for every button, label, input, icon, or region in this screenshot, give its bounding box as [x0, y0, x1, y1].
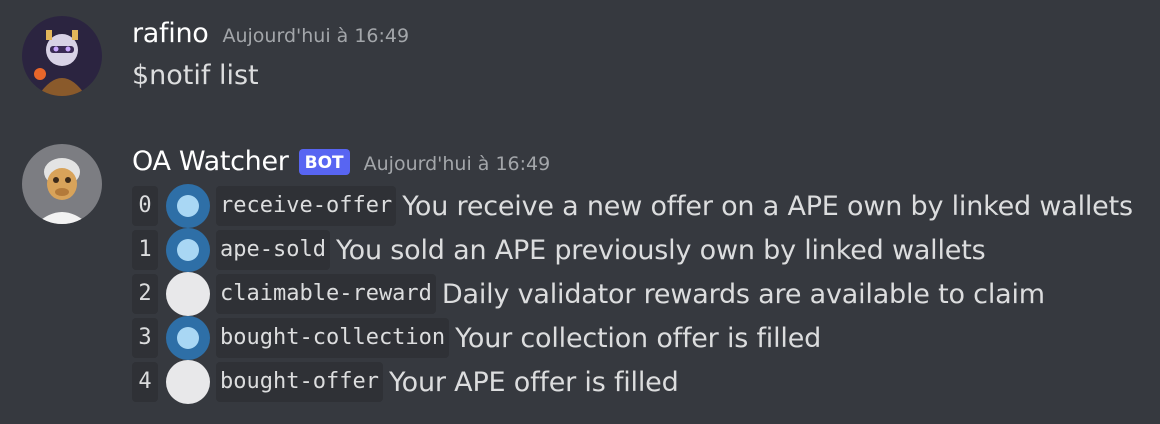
timestamp: Aujourd'hui à 16:49	[363, 152, 551, 175]
list-item: 3 bought-collection Your collection offe…	[132, 316, 1133, 360]
list-item: 4 bought-offer Your APE offer is filled	[132, 360, 1133, 404]
message-header: rafino Aujourd'hui à 16:49	[132, 18, 409, 49]
list-item: 0 receive-offer You receive a new offer …	[132, 184, 1133, 228]
notif-description: Your collection offer is filled	[455, 322, 822, 354]
notif-description: You sold an APE previously own by linked…	[335, 234, 986, 266]
timestamp: Aujourd'hui à 16:49	[222, 24, 410, 47]
list-item: 2 claimable-reward Daily validator rewar…	[132, 272, 1133, 316]
message-content: $notif list	[132, 60, 259, 91]
item-index: 0	[132, 186, 158, 226]
notif-code: ape-sold	[216, 230, 330, 270]
notif-description: You receive a new offer on a APE own by …	[402, 190, 1133, 222]
item-index: 1	[132, 230, 158, 270]
enabled-status-icon	[166, 316, 210, 360]
enabled-status-icon	[166, 184, 210, 228]
item-index: 2	[132, 274, 158, 314]
message-header: OA Watcher BOT Aujourd'hui à 16:49	[132, 146, 550, 177]
item-index: 3	[132, 318, 158, 358]
avatar[interactable]	[22, 16, 102, 96]
notif-description: Your APE offer is filled	[388, 366, 679, 398]
avatar[interactable]	[22, 144, 102, 224]
enabled-status-icon	[166, 228, 210, 272]
bot-badge: BOT	[298, 148, 350, 175]
notif-code: bought-collection	[216, 318, 450, 358]
username[interactable]: OA Watcher	[132, 146, 289, 177]
list-item: 1 ape-sold You sold an APE previously ow…	[132, 228, 1133, 272]
notif-code: claimable-reward	[216, 274, 436, 314]
notif-code: receive-offer	[216, 186, 397, 226]
item-index: 4	[132, 362, 158, 402]
notification-list: 0 receive-offer You receive a new offer …	[132, 184, 1133, 404]
disabled-status-icon	[166, 272, 210, 316]
notif-code: bought-offer	[216, 362, 383, 402]
notif-description: Daily validator rewards are available to…	[441, 278, 1045, 310]
disabled-status-icon	[166, 360, 210, 404]
username[interactable]: rafino	[132, 18, 209, 49]
